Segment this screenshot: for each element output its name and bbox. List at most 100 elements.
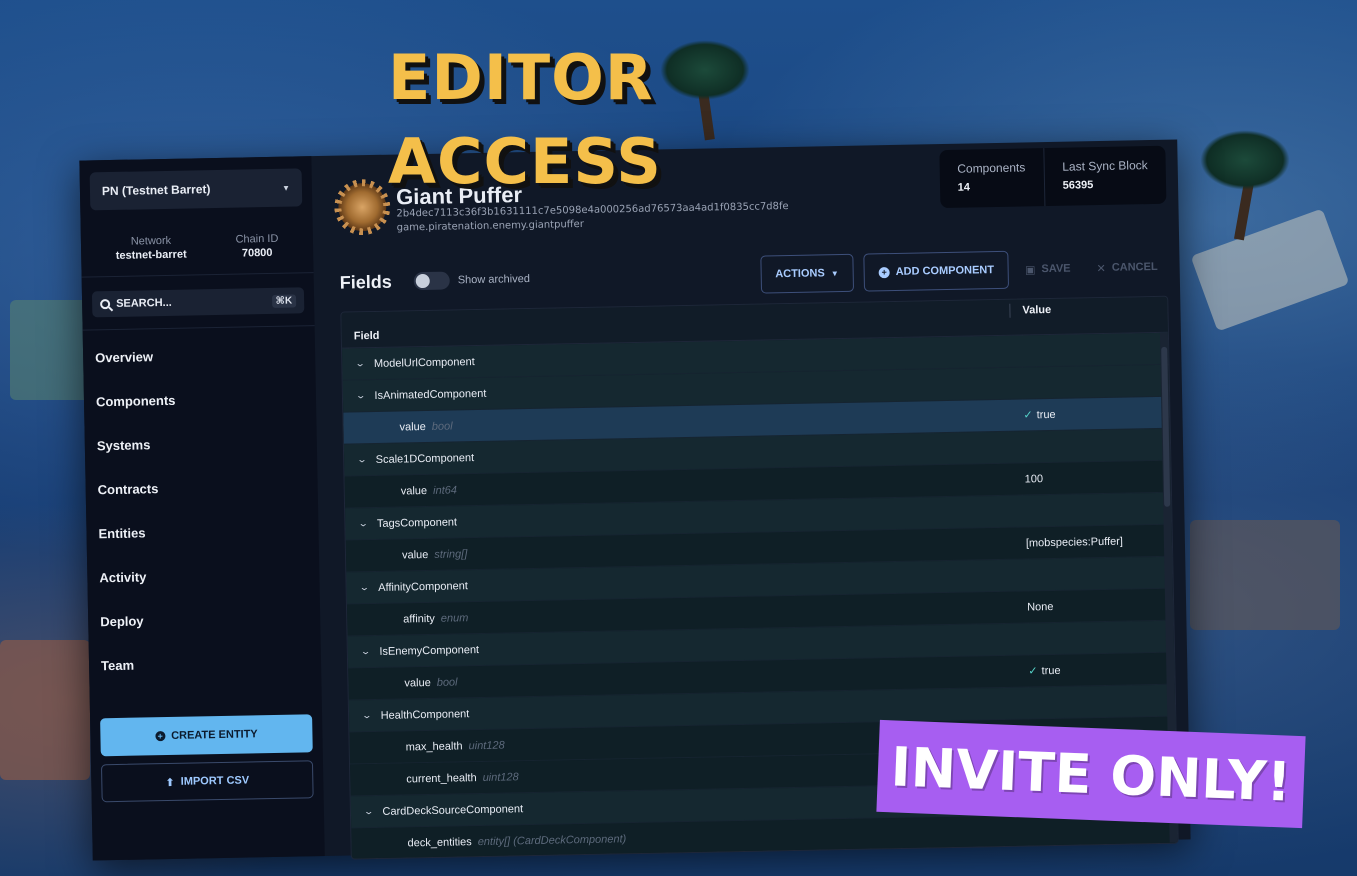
import-csv-button[interactable]: ⬆ IMPORT CSV [100,760,314,803]
field-value: true [1041,664,1061,678]
value-cell[interactable]: None [1015,598,1173,613]
cancel-button[interactable]: ✕ CANCEL [1086,248,1168,288]
create-entity-label: CREATE ENTITY [171,728,258,742]
sidebar-item-overview[interactable]: Overview [93,332,306,380]
sidebar-item-deploy[interactable]: Deploy [98,596,311,644]
background-ship [0,640,90,780]
field-type: bool [436,675,458,689]
network-value: testnet-barret [115,248,187,262]
entity-avatar [337,182,387,232]
invite-banner: INVITE ONLY! [876,719,1306,829]
stat-sync: Last Sync Block 56395 [1044,146,1166,206]
field-name: value [399,420,426,434]
field-value: 100 [1024,472,1044,486]
sidebar-item-systems[interactable]: Systems [94,420,307,468]
chevron-down-icon[interactable]: ⌄ [355,358,366,369]
search-input[interactable]: SEARCH... ⌘K [91,287,305,318]
headline-line1: EDITOR [388,41,654,114]
field-type: bool [431,419,453,433]
field-cell: ⌄ IsEnemyComponent [348,633,1016,658]
component-name: CardDeckSourceComponent [382,802,524,818]
field-cell: affinity enum [347,601,1015,626]
chevron-down-icon[interactable]: ⌄ [357,454,368,465]
field-value: true [1036,408,1056,422]
component-name: Scale1DComponent [375,451,475,466]
scrollbar-thumb[interactable] [1161,346,1171,507]
value-cell [1011,380,1169,383]
value-cell [1012,444,1170,447]
field-value: None [1027,600,1054,613]
field-cell: ⌄ TagsComponent [345,505,1013,530]
show-archived-toggle[interactable] [413,271,450,291]
save-button[interactable]: ▣ SAVE [1015,249,1081,288]
value-cell[interactable] [1019,828,1177,831]
column-header-field[interactable]: Field [341,305,1009,342]
sidebar-item-team[interactable]: Team [99,640,312,688]
add-component-button[interactable]: + ADD COMPONENT [863,250,1010,292]
background-island [10,300,90,400]
upload-icon: ⬆ [165,776,175,789]
plus-circle-icon: + [155,731,166,742]
chevron-down-icon[interactable]: ⌄ [358,518,369,529]
chevron-down-icon[interactable]: ⌄ [359,582,370,593]
import-csv-label: IMPORT CSV [180,774,250,788]
chain-block: Chain ID 70800 [235,233,278,260]
field-name: value [400,484,428,497]
component-name: AffinityComponent [378,579,468,594]
stat-sync-value: 56395 [1062,179,1094,192]
value-cell[interactable]: [mobspecies:Puffer] [1014,534,1172,549]
palm-leaves [1200,130,1290,190]
sidebar-item-contracts[interactable]: Contracts [95,464,308,512]
sidebar-item-components[interactable]: Components [94,376,307,424]
sidebar-nav: Overview Components Systems Contracts En… [93,332,312,688]
check-icon: ✓ [1023,409,1033,422]
save-label: SAVE [1041,262,1071,276]
field-type: enum [440,611,469,625]
sidebar-item-activity[interactable]: Activity [97,552,310,600]
palm-leaves [660,40,750,100]
field-name: value [404,676,431,689]
field-type: uint128 [482,770,519,784]
sidebar-item-entities[interactable]: Entities [96,508,309,556]
save-icon: ▣ [1024,263,1036,276]
show-archived-label: Show archived [457,272,531,287]
close-icon: ✕ [1096,262,1106,275]
field-cell: ⌄ IsAnimatedComponent [343,377,1011,402]
value-cell[interactable]: 100 [1013,470,1171,485]
network-select[interactable]: PN (Testnet Barret) ▼ [89,168,303,211]
field-type: uint128 [468,739,505,752]
component-name: HealthComponent [380,707,470,722]
stat-components-label: Components [957,160,1026,176]
value-cell[interactable]: ✓ true [1016,662,1174,678]
chevron-down-icon[interactable]: ⌄ [363,806,374,817]
field-name: current_health [406,771,477,785]
chevron-down-icon[interactable]: ⌄ [355,390,366,401]
value-cell[interactable]: ✓ true [1011,406,1169,422]
field-cell: ⌄ HealthComponent [349,697,1017,722]
entity-stats: Components 14 Last Sync Block 56395 [938,145,1167,209]
field-type: int64 [432,483,458,497]
fields-toolbar: Fields Show archived ACTIONS ▼ + ADD COM… [339,246,1168,304]
create-entity-button[interactable]: + CREATE ENTITY [100,714,313,757]
search-placeholder: SEARCH... [116,296,172,310]
field-name: affinity [403,612,435,625]
actions-button[interactable]: ACTIONS ▼ [759,253,855,294]
field-cell: ⌄ Scale1DComponent [344,441,1012,466]
chevron-down-icon[interactable]: ⌄ [360,646,371,657]
value-cell [1010,348,1168,351]
search-shortcut: ⌘K [271,293,297,308]
add-component-label: ADD COMPONENT [895,264,995,278]
chevron-down-icon[interactable]: ⌄ [361,710,372,721]
component-name: ModelUrlComponent [373,355,475,370]
field-name: max_health [405,739,463,753]
stat-components: Components 14 [938,148,1046,209]
network-info: Network testnet-barret Chain ID 70800 [91,232,303,262]
network-block: Network testnet-barret [115,235,187,262]
component-name: IsEnemyComponent [379,643,480,658]
headline-line2: ACCESS [388,125,662,198]
field-cell: ⌄ ModelUrlComponent [342,345,1010,370]
divider [81,272,314,278]
stat-sync-label: Last Sync Block [1062,158,1148,174]
component-name: IsAnimatedComponent [374,387,487,402]
column-header-value[interactable]: Value [1009,300,1168,318]
